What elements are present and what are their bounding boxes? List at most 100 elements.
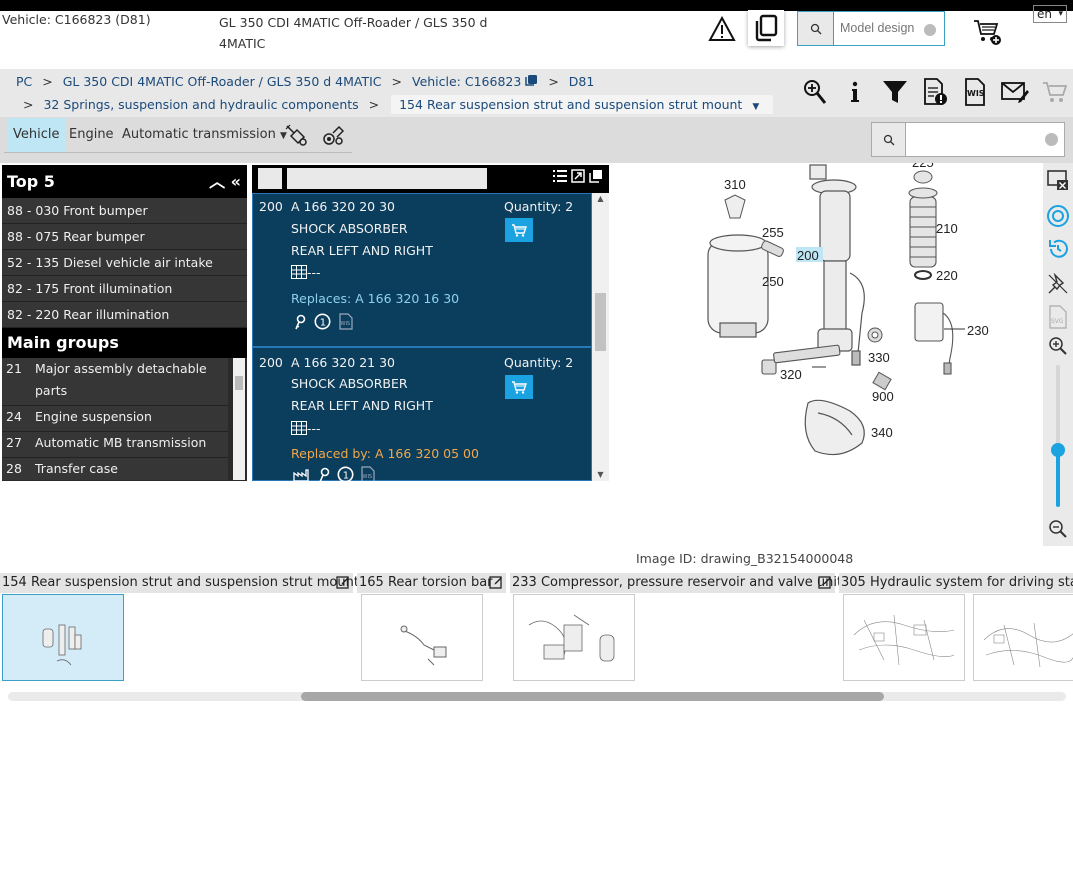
thumbnail-image[interactable] (361, 594, 483, 681)
add-to-cart-button[interactable] (505, 218, 533, 242)
part-number[interactable]: A 166 320 20 30 (291, 199, 395, 214)
factory-icon[interactable] (293, 468, 309, 481)
chevron-up-icon[interactable]: ︿ (209, 172, 225, 191)
thumbnail-scroll-thumb[interactable] (301, 692, 884, 701)
warning-icon[interactable] (708, 15, 736, 42)
number-one-icon[interactable]: 1 (337, 466, 354, 481)
search-icon[interactable] (872, 123, 906, 156)
thumbnail-image[interactable] (843, 594, 965, 681)
key-icon[interactable] (294, 314, 306, 333)
zoom-in-icon[interactable] (1048, 336, 1068, 360)
zoom-in-icon[interactable] (800, 77, 830, 107)
thumbnail-label[interactable]: 154 Rear suspension strut and suspension… (0, 573, 359, 596)
wis-document-icon[interactable]: WIS (339, 313, 353, 333)
model-search-input[interactable] (838, 18, 930, 38)
scroll-down-icon[interactable]: ▼ (592, 469, 609, 481)
main-groups-scrollbar[interactable] (233, 358, 245, 480)
main-group-item[interactable]: 21 Major assembly detachable parts (2, 358, 228, 406)
tab-engine[interactable]: Engine (63, 118, 120, 152)
collapse-left-icon[interactable]: « (231, 172, 241, 191)
breadcrumb-pc[interactable]: PC (16, 74, 32, 89)
svg-download-icon[interactable]: SVG (1048, 305, 1068, 333)
breadcrumb-separator: > (548, 74, 559, 89)
tree-filter-search[interactable] (871, 122, 1065, 157)
parts-drawing[interactable]: 225 310 255 200 250 210 220 230 330 320 … (700, 155, 1040, 473)
number-one-icon[interactable]: 1 (314, 313, 331, 333)
thumbnail-image[interactable] (973, 594, 1073, 681)
tab-vehicle[interactable]: Vehicle (7, 118, 66, 152)
mail-edit-icon[interactable] (1000, 77, 1030, 107)
scroll-up-icon[interactable]: ▲ (592, 193, 609, 205)
model-search[interactable] (797, 11, 945, 46)
wis-document-icon[interactable]: WIS (960, 77, 990, 107)
info-icon[interactable] (840, 77, 870, 107)
accessories-icon[interactable] (321, 123, 345, 147)
parts-list-scrollbar[interactable]: ▲ ▼ (592, 193, 609, 481)
thumbnail-title: 233 Compressor, pressure reservoir and v… (512, 575, 843, 590)
callout-label: 330 (868, 350, 890, 365)
edit-icon[interactable] (489, 575, 503, 596)
thumbnail-label[interactable]: 165 Rear torsion bar (357, 573, 506, 593)
thumbnail-label[interactable]: 233 Compressor, pressure reservoir and v… (510, 573, 842, 596)
top5-header: Top 5 ︿ « (2, 165, 247, 198)
part-grid-info[interactable]: --- (291, 421, 321, 436)
filter-icon[interactable] (880, 77, 910, 107)
add-to-cart-button[interactable] (505, 375, 533, 399)
part-row[interactable]: 200 A 166 320 20 30 Quantity: 2 SHOCK AB… (252, 193, 592, 347)
tab-automatic-transmission[interactable]: Automatic transmission ▼ (116, 118, 293, 152)
list-view-icon[interactable] (553, 169, 567, 187)
top5-item[interactable]: 88 - 075 Rear bumper (2, 224, 247, 250)
part-replaces[interactable]: Replaces: A 166 320 16 30 (291, 291, 459, 306)
breadcrumb-subgroup-dropdown[interactable]: 154 Rear suspension strut and suspension… (391, 95, 774, 114)
copy-icon[interactable] (524, 74, 538, 87)
pin-icon[interactable] (1047, 272, 1069, 299)
main-group-item[interactable]: 24 Engine suspension (2, 406, 228, 432)
clear-icon[interactable] (924, 24, 936, 36)
target-icon[interactable] (1046, 204, 1070, 232)
key-icon[interactable] (318, 467, 330, 481)
part-position: 200 (259, 199, 283, 214)
callout-label: 220 (936, 268, 958, 283)
thumbnail-image[interactable] (513, 594, 635, 681)
edit-icon[interactable] (336, 575, 350, 596)
zoom-slider-handle[interactable] (1051, 443, 1065, 457)
language-select[interactable]: en ▾ (1033, 5, 1067, 23)
main-group-item[interactable]: 28 Transfer case (2, 458, 228, 480)
cart-add-icon[interactable] (973, 18, 1003, 46)
part-row[interactable]: 200 A 166 320 21 30 Quantity: 2 SHOCK AB… (252, 347, 592, 481)
zoom-slider[interactable] (1051, 365, 1065, 507)
expand-icon[interactable] (571, 169, 585, 187)
breadcrumb-model[interactable]: GL 350 CDI 4MATIC Off-Roader / GLS 350 d… (63, 74, 382, 89)
popout-icon[interactable] (589, 169, 603, 187)
top5-item[interactable]: 82 - 175 Front illumination (2, 276, 247, 302)
history-icon[interactable] (1046, 237, 1070, 265)
paint-part-icon[interactable] (284, 123, 308, 147)
part-number[interactable]: A 166 320 21 30 (291, 355, 395, 370)
thumbnail-image[interactable] (2, 594, 124, 681)
clear-icon[interactable] (1045, 133, 1058, 146)
thumbnail-scrollbar[interactable] (8, 692, 1066, 701)
parts-filter-input[interactable] (287, 168, 487, 189)
wis-document-icon[interactable]: WIS (361, 466, 375, 481)
edit-icon[interactable] (818, 575, 832, 596)
thumbnail-labels: 154 Rear suspension strut and suspension… (0, 573, 1073, 593)
breadcrumb-vehicle[interactable]: Vehicle: C166823 (412, 74, 521, 89)
parts-scroll-thumb[interactable] (595, 293, 606, 351)
part-replaced-by[interactable]: Replaced by: A 166 320 05 00 (291, 446, 479, 461)
copy-button[interactable] (748, 10, 784, 46)
top5-item[interactable]: 82 - 220 Rear illumination (2, 302, 247, 328)
breadcrumb-code[interactable]: D81 (569, 74, 595, 89)
document-alert-icon[interactable] (920, 77, 950, 107)
search-icon[interactable] (798, 12, 834, 45)
breadcrumb-group[interactable]: 32 Springs, suspension and hydraulic com… (43, 97, 358, 112)
part-grid-info[interactable]: --- (291, 265, 321, 280)
zoom-out-icon[interactable] (1048, 519, 1068, 543)
top5-item[interactable]: 52 - 135 Diesel vehicle air intake (2, 250, 247, 276)
main-groups-title: Main groups (2, 328, 247, 358)
tabs-divider (4, 152, 352, 153)
thumbnail-label[interactable]: 305 Hydraulic system for driving stabil (839, 573, 1073, 593)
select-all-checkbox[interactable] (258, 168, 282, 189)
top5-item[interactable]: 88 - 030 Front bumper (2, 198, 247, 224)
close-panel-icon[interactable] (1047, 169, 1069, 195)
main-group-item[interactable]: 27 Automatic MB transmission (2, 432, 228, 458)
